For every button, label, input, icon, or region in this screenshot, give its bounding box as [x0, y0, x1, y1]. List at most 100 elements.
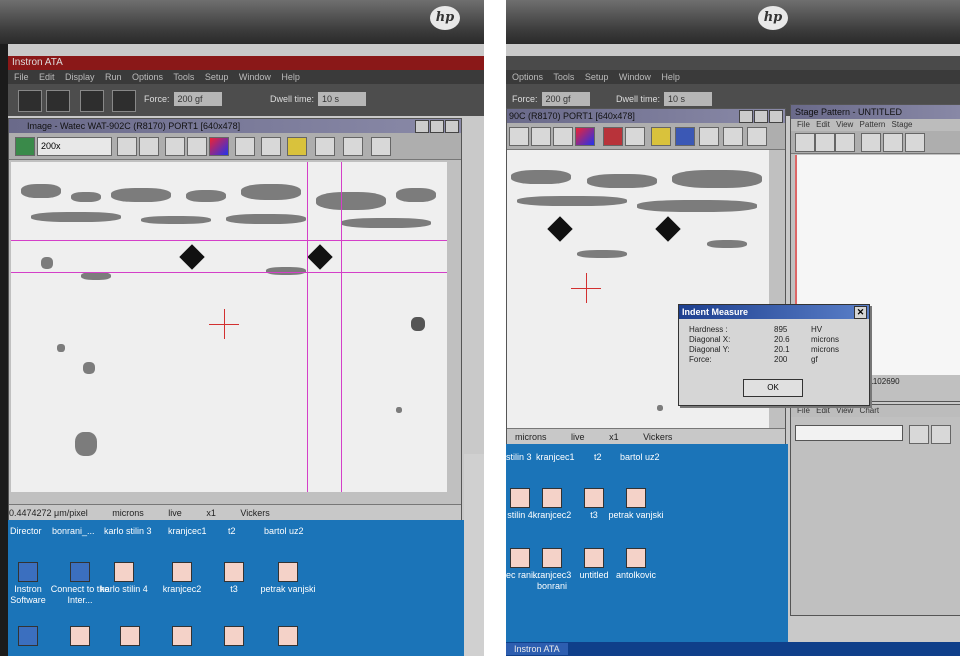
taskbar-app-button[interactable]: Instron ATA: [506, 643, 568, 655]
delete-icon[interactable]: [905, 133, 925, 152]
indent-icon[interactable]: [315, 137, 335, 156]
close-icon[interactable]: [769, 110, 783, 123]
zoom-out-icon[interactable]: [815, 133, 835, 152]
minimize-icon[interactable]: [739, 110, 753, 123]
add-point-icon[interactable]: [861, 133, 881, 152]
desktop-label[interactable]: karlo stilin 3: [104, 526, 152, 536]
desktop-label[interactable]: bartol uz2: [620, 452, 660, 462]
chart-menu[interactable]: File Edit View Chart: [791, 405, 960, 417]
zoom-in-icon[interactable]: [117, 137, 137, 156]
close-icon[interactable]: ✕: [854, 306, 867, 319]
zoom-readout[interactable]: x1: [609, 432, 619, 442]
settings-icon[interactable]: [699, 127, 719, 146]
run-icon[interactable]: [112, 90, 136, 112]
indent-icon[interactable]: [675, 127, 695, 146]
color-icon[interactable]: [575, 127, 595, 146]
contrast-icon[interactable]: [187, 137, 207, 156]
desktop-label[interactable]: stilin 3: [506, 452, 532, 462]
crosshair-tool-icon[interactable]: [603, 127, 623, 146]
close-icon[interactable]: [445, 120, 459, 133]
force-field[interactable]: Force: 200 gf: [512, 92, 590, 106]
dialog-title-bar[interactable]: Indent Measure ✕: [679, 305, 869, 319]
export-icon[interactable]: [747, 127, 767, 146]
units-readout[interactable]: microns: [515, 432, 547, 442]
left-photo: hp Instron ATA File Edit Display Run Opt…: [0, 0, 484, 656]
ruler-icon[interactable]: [287, 137, 307, 156]
desktop-icon[interactable]: [152, 626, 212, 648]
grain: [396, 188, 436, 202]
desktop-label[interactable]: kranjcec1: [536, 452, 575, 462]
indent-measure-dialog[interactable]: Indent Measure ✕ Hardness : 895 HV Diago…: [678, 304, 870, 406]
menu-bar[interactable]: File Edit Display Run Options Tools Setu…: [8, 70, 484, 84]
desktop-label[interactable]: t2: [594, 452, 602, 462]
micrograph-view[interactable]: [11, 162, 447, 492]
zoom-out-icon[interactable]: [139, 137, 159, 156]
ok-button[interactable]: OK: [743, 379, 803, 397]
units-readout[interactable]: microns: [112, 508, 144, 518]
desktop-label[interactable]: bartol uz2: [264, 526, 304, 536]
chart-line-icon[interactable]: [931, 425, 951, 444]
stage-menu[interactable]: File Edit View Pattern Stage: [791, 119, 960, 131]
force-field[interactable]: Force: 200 gf: [144, 92, 222, 106]
camera-icon[interactable]: [15, 137, 35, 156]
grain: [226, 214, 306, 224]
live-readout[interactable]: live: [571, 432, 585, 442]
settings-icon[interactable]: [343, 137, 363, 156]
desktop-label[interactable]: Director: [10, 526, 42, 536]
dwell-field[interactable]: Dwell time: 10 s: [270, 92, 367, 106]
desktop-icon[interactable]: [258, 626, 318, 648]
measure-icon[interactable]: [625, 127, 645, 146]
desktop-icon[interactable]: t3: [204, 562, 264, 595]
maximize-icon[interactable]: [430, 120, 444, 133]
force-value[interactable]: 200 gf: [541, 92, 590, 106]
desktop-label[interactable]: t2: [228, 526, 236, 536]
zoom-out-icon[interactable]: [509, 127, 529, 146]
desktop-icon[interactable]: [100, 626, 160, 648]
measure-line-horizontal[interactable]: [11, 272, 447, 273]
zoom-in-icon[interactable]: [795, 133, 815, 152]
ruler-icon[interactable]: [651, 127, 671, 146]
image-window[interactable]: Image - Watec WAT-902C (R8170) PORT1 [64…: [8, 118, 462, 522]
measure-line-vertical[interactable]: [341, 162, 342, 492]
grid-icon[interactable]: [723, 127, 743, 146]
desktop-icon[interactable]: karlo stilin 4: [94, 562, 154, 595]
chart-select[interactable]: [795, 425, 903, 441]
desktop-icon[interactable]: kranjcec2: [152, 562, 212, 595]
open-icon[interactable]: [18, 90, 42, 112]
desktop-icon[interactable]: petrak vanjski: [606, 488, 666, 521]
contrast-icon[interactable]: [553, 127, 573, 146]
dwell-value[interactable]: 10 s: [318, 92, 367, 106]
copy-icon[interactable]: [80, 90, 104, 112]
fit-icon[interactable]: [531, 127, 551, 146]
desktop-icon[interactable]: [204, 626, 264, 648]
dwell-field[interactable]: Dwell time: 10 s: [616, 92, 713, 106]
dwell-value[interactable]: 10 s: [664, 92, 713, 106]
desktop-icon[interactable]: petrak vanjski: [258, 562, 318, 595]
grid-icon[interactable]: [371, 137, 391, 156]
chart-bar-icon[interactable]: [909, 425, 929, 444]
live-readout[interactable]: live: [168, 508, 182, 518]
measure-icon[interactable]: [261, 137, 281, 156]
desktop-label[interactable]: kranjcec1: [168, 526, 207, 536]
move-icon[interactable]: [883, 133, 903, 152]
document-icon: [70, 626, 90, 646]
measure-line-horizontal[interactable]: [11, 240, 447, 241]
zoom-select[interactable]: 200x: [37, 137, 112, 156]
zoom-readout[interactable]: x1: [206, 508, 216, 518]
chart-window[interactable]: File Edit View Chart: [790, 404, 960, 616]
fit-icon[interactable]: [165, 137, 185, 156]
minimize-icon[interactable]: [415, 120, 429, 133]
measure-line-vertical[interactable]: [307, 162, 308, 492]
menu-bar[interactable]: Options Tools Setup Window Help: [506, 70, 960, 84]
crosshair-tool-icon[interactable]: [235, 137, 255, 156]
force-value[interactable]: 200 gf: [173, 92, 222, 106]
indent-mark: [179, 244, 205, 270]
fit-icon[interactable]: [835, 133, 855, 152]
desktop-label[interactable]: bonrani_...: [52, 526, 95, 536]
color-icon[interactable]: [209, 137, 229, 156]
force-row-value: 200: [774, 355, 788, 364]
maximize-icon[interactable]: [754, 110, 768, 123]
desktop-icon[interactable]: antolkovic: [606, 548, 666, 581]
desktop-icon-label: t3: [230, 584, 238, 594]
save-icon[interactable]: [46, 90, 70, 112]
